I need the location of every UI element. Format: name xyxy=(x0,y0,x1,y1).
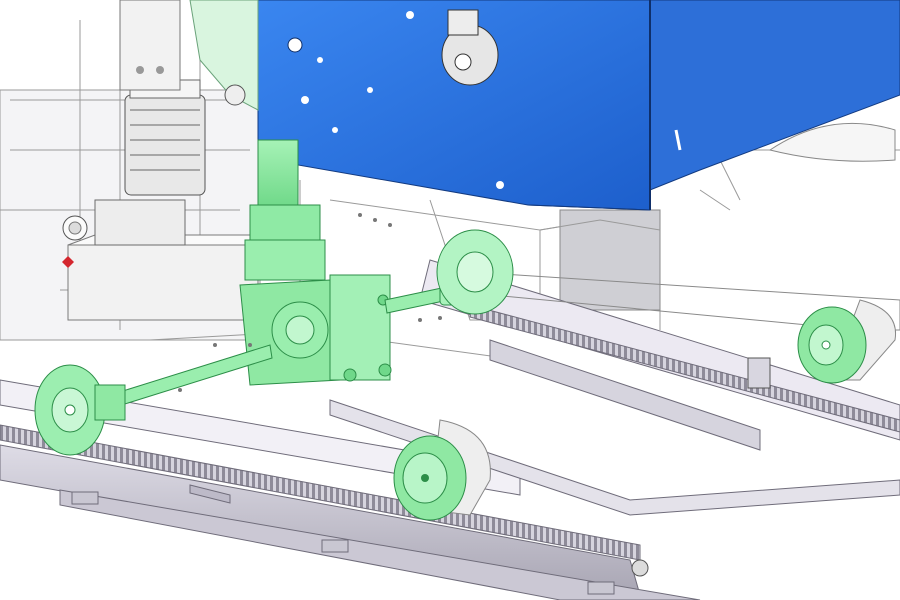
cad-viewport[interactable] xyxy=(0,0,900,600)
rail-bracket xyxy=(747,357,771,389)
blue-housing xyxy=(257,0,900,211)
